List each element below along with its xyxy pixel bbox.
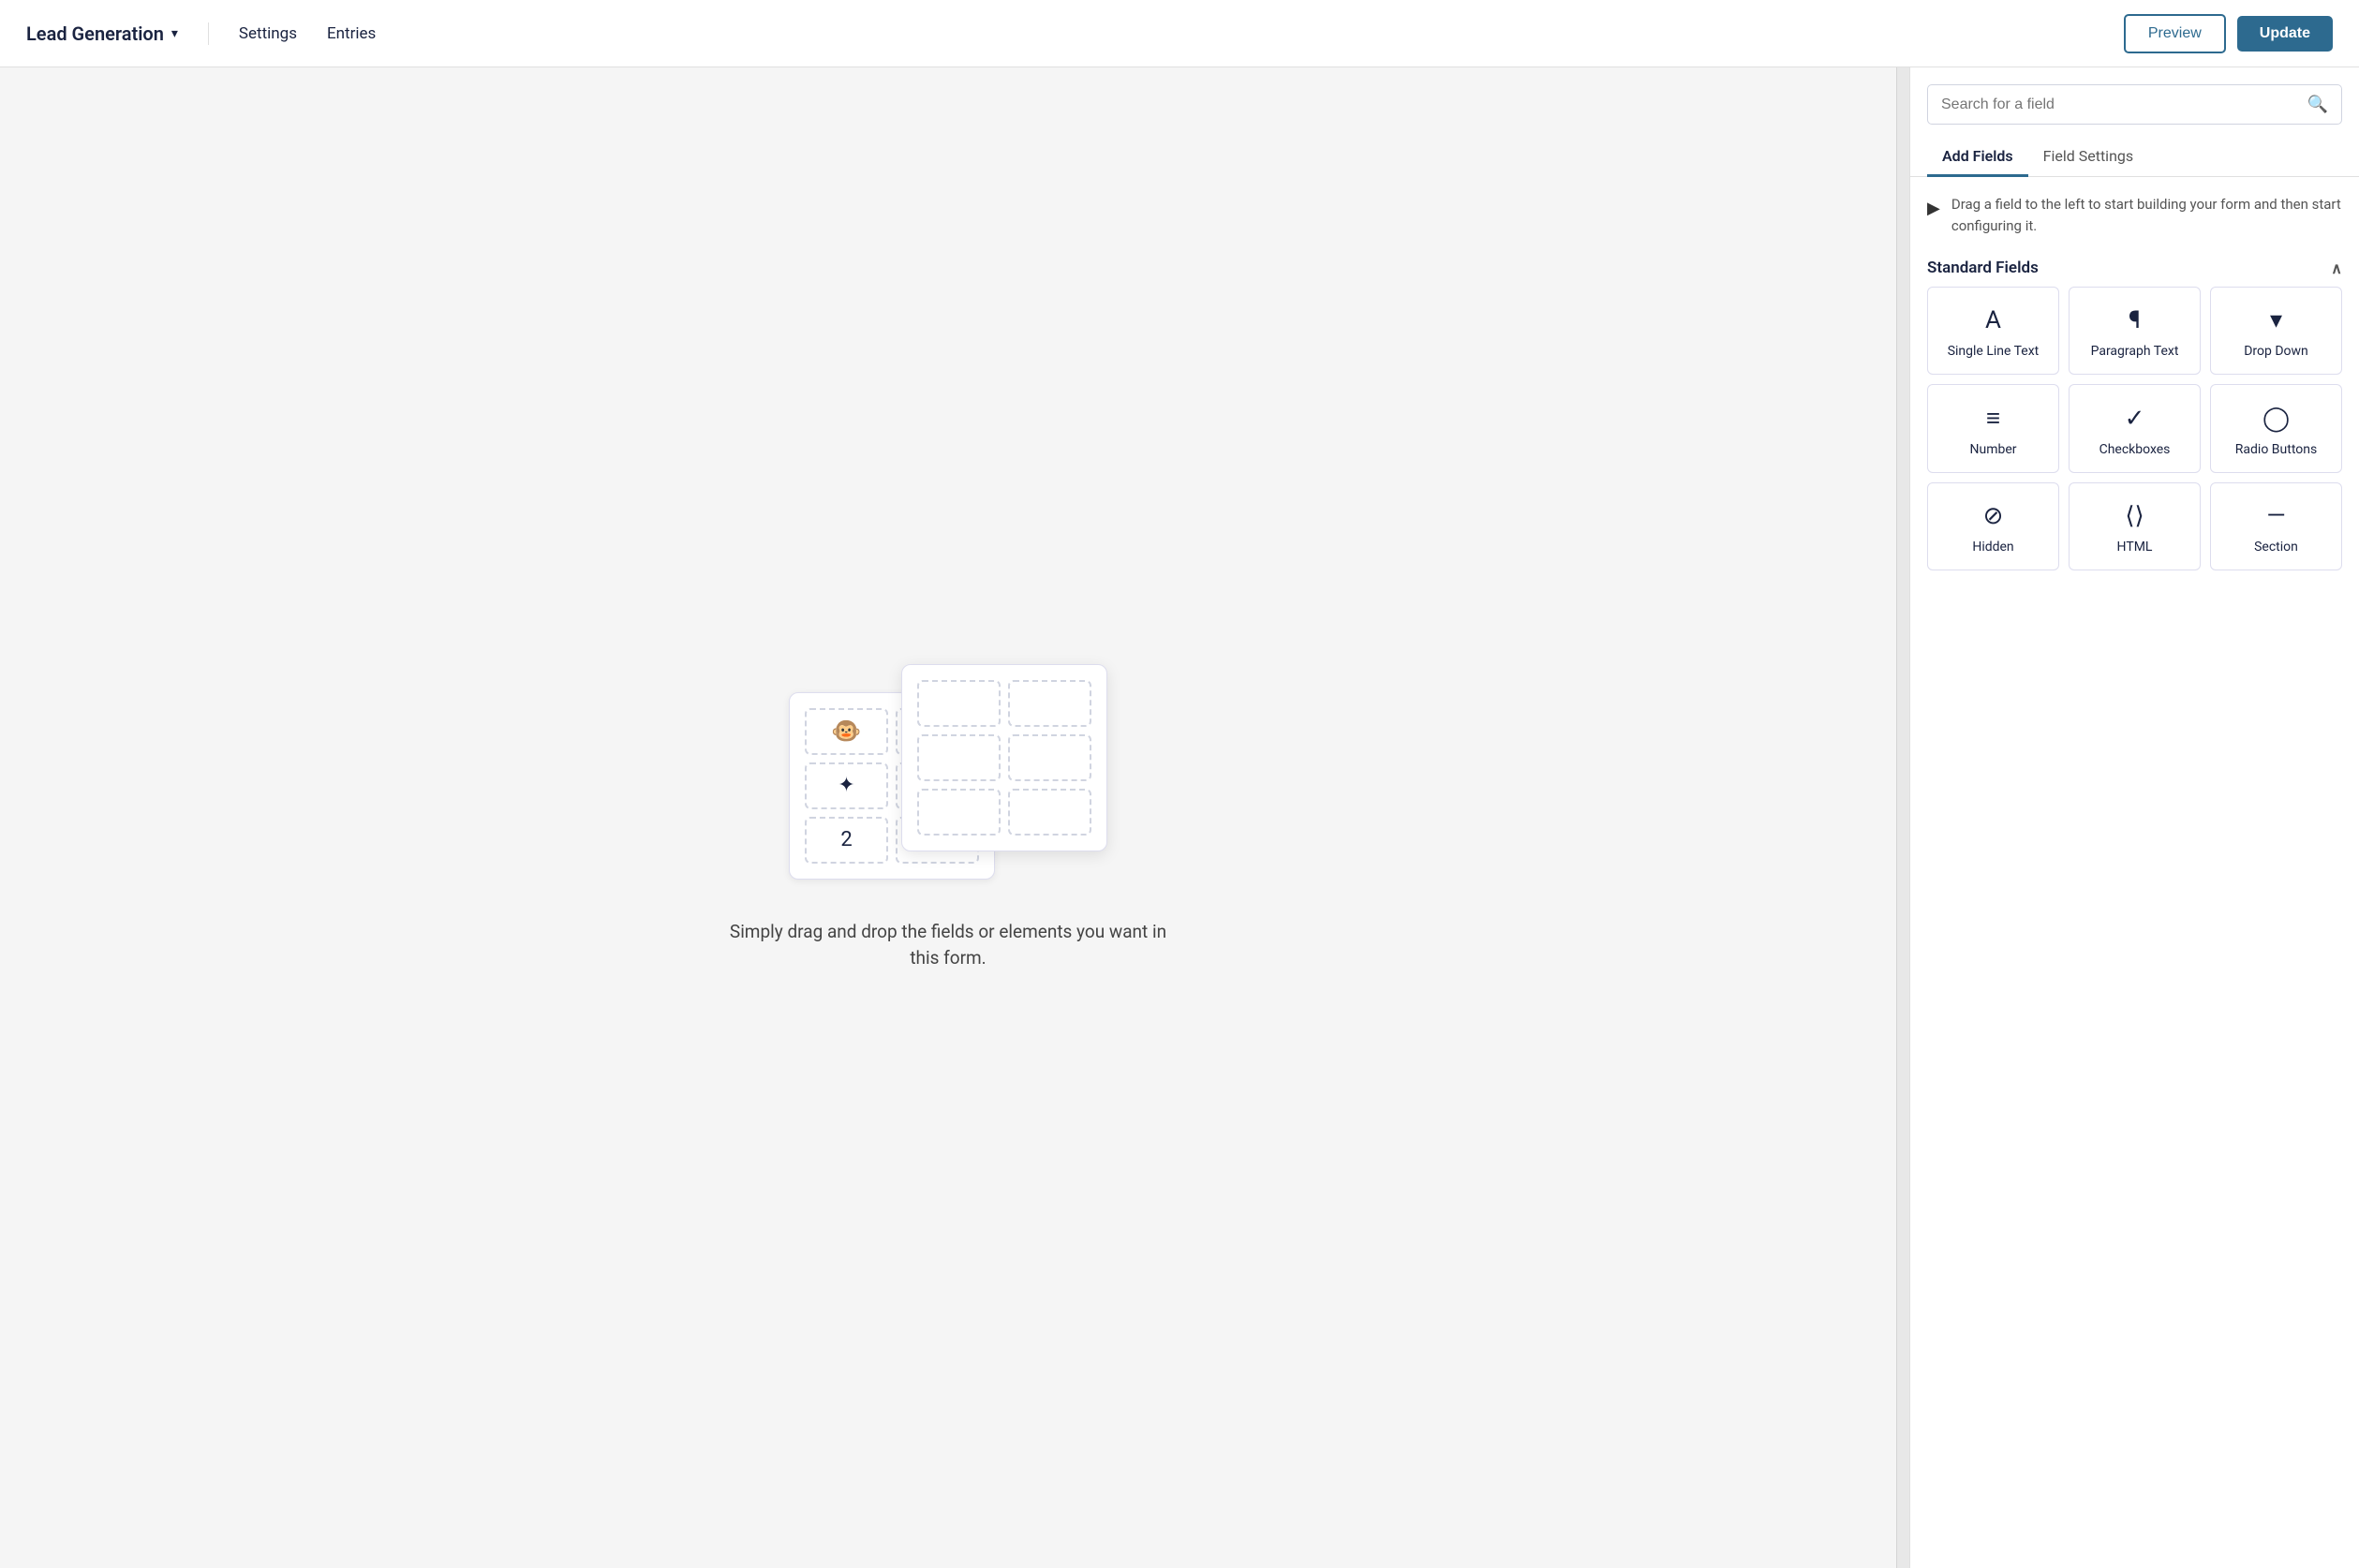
illustration-container: 🐵 ¶ ✦ ≡ 2 ✗ xyxy=(723,664,1173,972)
field-card-html[interactable]: ⟨⟩ HTML xyxy=(2069,482,2201,570)
html-label: HTML xyxy=(2117,540,2153,555)
card-front-cell-5 xyxy=(917,789,1001,836)
standard-fields-title: Standard Fields xyxy=(1927,259,2039,277)
search-bar: 🔍 xyxy=(1910,67,2359,125)
header-actions: Preview Update xyxy=(2124,14,2333,53)
section-label: Section xyxy=(2254,540,2298,555)
main-layout: 🐵 ¶ ✦ ≡ 2 ✗ xyxy=(0,67,2359,1568)
paragraph-text-label: Paragraph Text xyxy=(2091,344,2179,359)
canvas-area: 🐵 ¶ ✦ ≡ 2 ✗ xyxy=(0,67,1896,1568)
single-line-text-icon: A xyxy=(1985,306,2001,334)
field-card-radio-buttons[interactable]: ◯ Radio Buttons xyxy=(2210,384,2342,473)
right-panel: 🔍 Add Fields Field Settings ▶ Drag a fie… xyxy=(1909,67,2359,1568)
field-card-single-line-text[interactable]: A Single Line Text xyxy=(1927,287,2059,375)
field-card-section[interactable]: — Section xyxy=(2210,482,2342,570)
html-icon: ⟨⟩ xyxy=(2125,502,2144,530)
panel-tabs: Add Fields Field Settings xyxy=(1910,125,2359,177)
panel-drag-hint-text: Drag a field to the left to start buildi… xyxy=(1951,194,2342,236)
header-nav: Settings Entries xyxy=(209,24,376,43)
form-title-area[interactable]: Lead Generation ▾ xyxy=(26,22,209,45)
number-label: Number xyxy=(1969,442,2016,457)
search-input[interactable] xyxy=(1941,96,2307,113)
panel-drag-hint: ▶ Drag a field to the left to start buil… xyxy=(1910,177,2359,245)
card-front-cell-2 xyxy=(1008,680,1091,727)
checkboxes-icon: ✓ xyxy=(2125,405,2145,433)
preview-button[interactable]: Preview xyxy=(2124,14,2226,53)
card-front-cell-6 xyxy=(1008,789,1091,836)
card-cell-hub: ✦ xyxy=(805,762,888,809)
number-icon: ≡ xyxy=(1986,404,2000,433)
field-card-hidden[interactable]: ⊘ Hidden xyxy=(1927,482,2059,570)
card-front-cell-1 xyxy=(917,680,1001,727)
hub-icon: ✦ xyxy=(838,774,854,797)
checkboxes-label: Checkboxes xyxy=(2099,442,2171,457)
header-left: Lead Generation ▾ Settings Entries xyxy=(26,22,376,45)
card-cell-monkey: 🐵 xyxy=(805,708,888,755)
card-front-cell-4 xyxy=(1008,734,1091,781)
card-front-cell-3 xyxy=(917,734,1001,781)
app-header: Lead Generation ▾ Settings Entries Previ… xyxy=(0,0,2359,67)
hidden-label: Hidden xyxy=(1972,540,2013,555)
fields-grid: A Single Line Text ¶ Paragraph Text ▾ Drop Do… xyxy=(1927,287,2342,570)
search-input-wrap: 🔍 xyxy=(1927,84,2342,125)
radio-buttons-label: Radio Buttons xyxy=(2235,442,2317,457)
field-card-drop-down[interactable]: ▾ Drop Down xyxy=(2210,287,2342,375)
form-title: Lead Generation xyxy=(26,22,164,45)
field-card-checkboxes[interactable]: ✓ Checkboxes xyxy=(2069,384,2201,473)
drag-hint-text: Simply drag and drop the fields or eleme… xyxy=(723,919,1173,972)
standard-fields-header[interactable]: Standard Fields ∧ xyxy=(1927,245,2342,287)
single-line-text-label: Single Line Text xyxy=(1948,344,2040,359)
radio-buttons-icon: ◯ xyxy=(2263,405,2290,433)
monkey-icon: 🐵 xyxy=(831,717,861,746)
number-icon: 2 xyxy=(840,828,852,851)
cards-illustration: 🐵 ¶ ✦ ≡ 2 ✗ xyxy=(789,664,1107,889)
update-button[interactable]: Update xyxy=(2237,16,2333,52)
scrollbar-divider xyxy=(1896,67,1909,1568)
field-card-number[interactable]: ≡ Number xyxy=(1927,384,2059,473)
entries-nav-link[interactable]: Entries xyxy=(327,24,376,43)
drop-down-icon: ▾ xyxy=(2270,306,2282,334)
chevron-down-icon: ▾ xyxy=(171,26,178,41)
settings-nav-link[interactable]: Settings xyxy=(239,24,297,43)
tab-add-fields[interactable]: Add Fields xyxy=(1927,138,2028,177)
tab-field-settings[interactable]: Field Settings xyxy=(2028,138,2149,177)
chevron-up-icon: ∧ xyxy=(2331,259,2342,277)
drop-down-label: Drop Down xyxy=(2244,344,2308,359)
card-cell-number: 2 xyxy=(805,817,888,864)
card-front xyxy=(901,664,1107,851)
search-icon: 🔍 xyxy=(2307,95,2328,114)
hidden-icon: ⊘ xyxy=(1983,502,2004,530)
arrow-icon: ▶ xyxy=(1927,196,1940,221)
paragraph-text-icon: ¶ xyxy=(2129,306,2141,334)
fields-section-standard: Standard Fields ∧ A Single Line Text ¶ Para… xyxy=(1910,245,2359,587)
field-card-paragraph-text[interactable]: ¶ Paragraph Text xyxy=(2069,287,2201,375)
section-icon: — xyxy=(2266,502,2285,530)
